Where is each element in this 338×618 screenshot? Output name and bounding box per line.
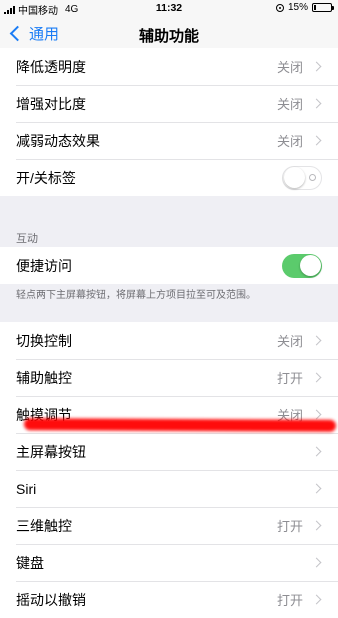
chevron-right-icon [311,61,322,72]
row-3d-touch[interactable]: 三维触控 打开 [0,507,338,544]
row-home-button[interactable]: 主屏幕按钮 [0,433,338,470]
chevron-right-icon [311,557,322,568]
chevron-right-icon [311,483,322,494]
row-value: 关闭 [276,334,303,349]
orientation-lock-icon [275,3,284,12]
row-reduce-transparency[interactable]: 降低透明度 关闭 [0,48,338,85]
row-value: 关闭 [276,97,303,112]
row-label: Siri [16,480,37,497]
row-label: 开/关标签 [16,169,76,186]
row-value: 打开 [276,519,303,534]
chevron-right-icon [311,335,322,346]
row-label: 便捷访问 [16,257,72,274]
off-label-ring-icon [309,173,316,181]
row-label: 切换控制 [16,332,72,349]
red-annotation-stroke [23,418,337,432]
chevron-right-icon [311,520,322,531]
chevron-right-icon [311,446,322,457]
row-siri[interactable]: Siri [0,470,338,507]
reachability-switch[interactable] [282,253,322,278]
chevron-right-icon [311,409,322,420]
row-reachability: 便捷访问 [0,247,338,284]
navigation-bar: 通用 辅助功能 [0,16,338,52]
row-label: 减弱动态效果 [16,132,100,149]
row-value: 关闭 [276,134,303,149]
row-reduce-motion[interactable]: 减弱动态效果 关闭 [0,122,338,159]
row-label: 辅助触控 [16,369,72,386]
row-value: 关闭 [276,60,303,75]
chevron-right-icon [311,372,322,383]
interaction-settings-group: 切换控制 关闭 辅助触控 打开 触摸调节 关闭 主屏幕按钮 Siri 三维触控 … [0,322,338,618]
row-label: 增强对比度 [16,95,86,112]
row-switch-control[interactable]: 切换控制 关闭 [0,322,338,359]
page-title: 辅助功能 [138,28,199,45]
row-increase-contrast[interactable]: 增强对比度 关闭 [0,85,338,122]
row-label: 键盘 [16,554,44,571]
row-assistive-touch[interactable]: 辅助触控 打开 [0,359,338,396]
switch-knob [284,167,305,188]
row-keyboard[interactable]: 键盘 [0,544,338,581]
chevron-right-icon [311,98,322,109]
on-off-labels-switch[interactable] [282,165,322,190]
row-label: 三维触控 [16,517,72,534]
row-label: 降低透明度 [16,58,86,75]
interaction-group: 便捷访问 [0,247,338,284]
row-label: 主屏幕按钮 [16,443,86,460]
status-bar: 中国移动 4G 11:32 15% [0,0,338,17]
battery-percent: 15% [287,2,308,13]
switch-knob [300,254,321,276]
row-on-off-labels: 开/关标签 [0,159,338,196]
section-header-interaction: 互动 [16,233,38,245]
chevron-right-icon [311,135,322,146]
reachability-footer-note: 轻点两下主屏幕按钮，将屏幕上方项目拉至可及范围。 [16,290,256,301]
battery-icon [312,3,334,12]
row-value: 打开 [276,371,303,386]
vision-settings-group: 降低透明度 关闭 增强对比度 关闭 减弱动态效果 关闭 开/关标签 [0,48,338,196]
